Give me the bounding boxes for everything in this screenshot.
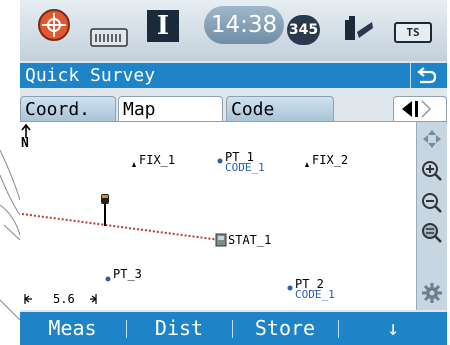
satellite-count[interactable]: 345	[287, 15, 320, 45]
current-position-icon	[101, 194, 109, 226]
map-view[interactable]: N FIX_1 PT_1 CODE_1 FIX_2 STAT_1 PT_3 PT…	[20, 122, 416, 310]
zoom-in-icon[interactable]	[421, 160, 443, 182]
north-label: N	[21, 136, 29, 151]
radio-icon[interactable]	[90, 28, 128, 48]
scale-label: 5.6	[53, 292, 75, 306]
point-label-stat-1: STAT_1	[228, 233, 272, 247]
map-graphics	[21, 123, 309, 304]
point-code-pt-1: CODE_1	[225, 161, 265, 174]
tab-code[interactable]: Code	[226, 96, 334, 121]
return-arrow-icon	[417, 67, 437, 84]
softkey-bar: Meas Dist Store ↓	[20, 312, 447, 345]
zoom-extent-icon[interactable]	[421, 222, 443, 244]
page-title: Quick Survey	[25, 65, 156, 86]
tab-scroll-button[interactable]	[393, 96, 447, 121]
point-label-pt-3: PT_3	[113, 267, 142, 281]
point-marker-pt-2	[287, 285, 293, 291]
title-bar: Quick Survey	[20, 63, 447, 88]
battery-icon[interactable]: TS	[394, 22, 432, 43]
status-bar: I 14:38 345 TS	[20, 0, 447, 61]
station-icon	[215, 233, 227, 247]
tab-coord[interactable]: Coord.	[20, 96, 116, 121]
dist-button[interactable]: Dist	[127, 312, 231, 345]
store-button[interactable]: Store	[233, 312, 337, 345]
point-marker-pt-3	[105, 276, 111, 282]
meas-button[interactable]: Meas	[20, 312, 125, 345]
point-label-fix-2: FIX_2	[312, 153, 349, 167]
point-marker-fix-2	[305, 162, 309, 167]
back-button[interactable]	[410, 63, 439, 88]
more-button[interactable]: ↓	[339, 312, 447, 345]
target-icon[interactable]	[37, 8, 71, 42]
map-toolbar	[416, 122, 447, 310]
settings-gear-icon[interactable]	[421, 282, 443, 304]
sight-line	[21, 213, 221, 241]
instrument-icon[interactable]: I	[147, 10, 179, 42]
clock: 14:38	[204, 6, 284, 44]
point-marker-pt-1	[217, 158, 223, 164]
pan-icon[interactable]	[421, 128, 443, 150]
point-code-pt-2: CODE_1	[295, 288, 335, 301]
point-label-fix-1: FIX_1	[139, 153, 176, 167]
zoom-out-icon[interactable]	[421, 192, 443, 214]
tab-bar: Coord. Map Code	[20, 96, 447, 123]
tool-icon[interactable]	[342, 14, 376, 44]
tab-map[interactable]: Map	[118, 96, 223, 123]
point-marker-fix-1	[132, 162, 136, 167]
device-screen: I 14:38 345 TS Quick Survey Coord. Map C…	[20, 0, 447, 345]
tab-scroll-arrows-icon	[402, 100, 432, 118]
